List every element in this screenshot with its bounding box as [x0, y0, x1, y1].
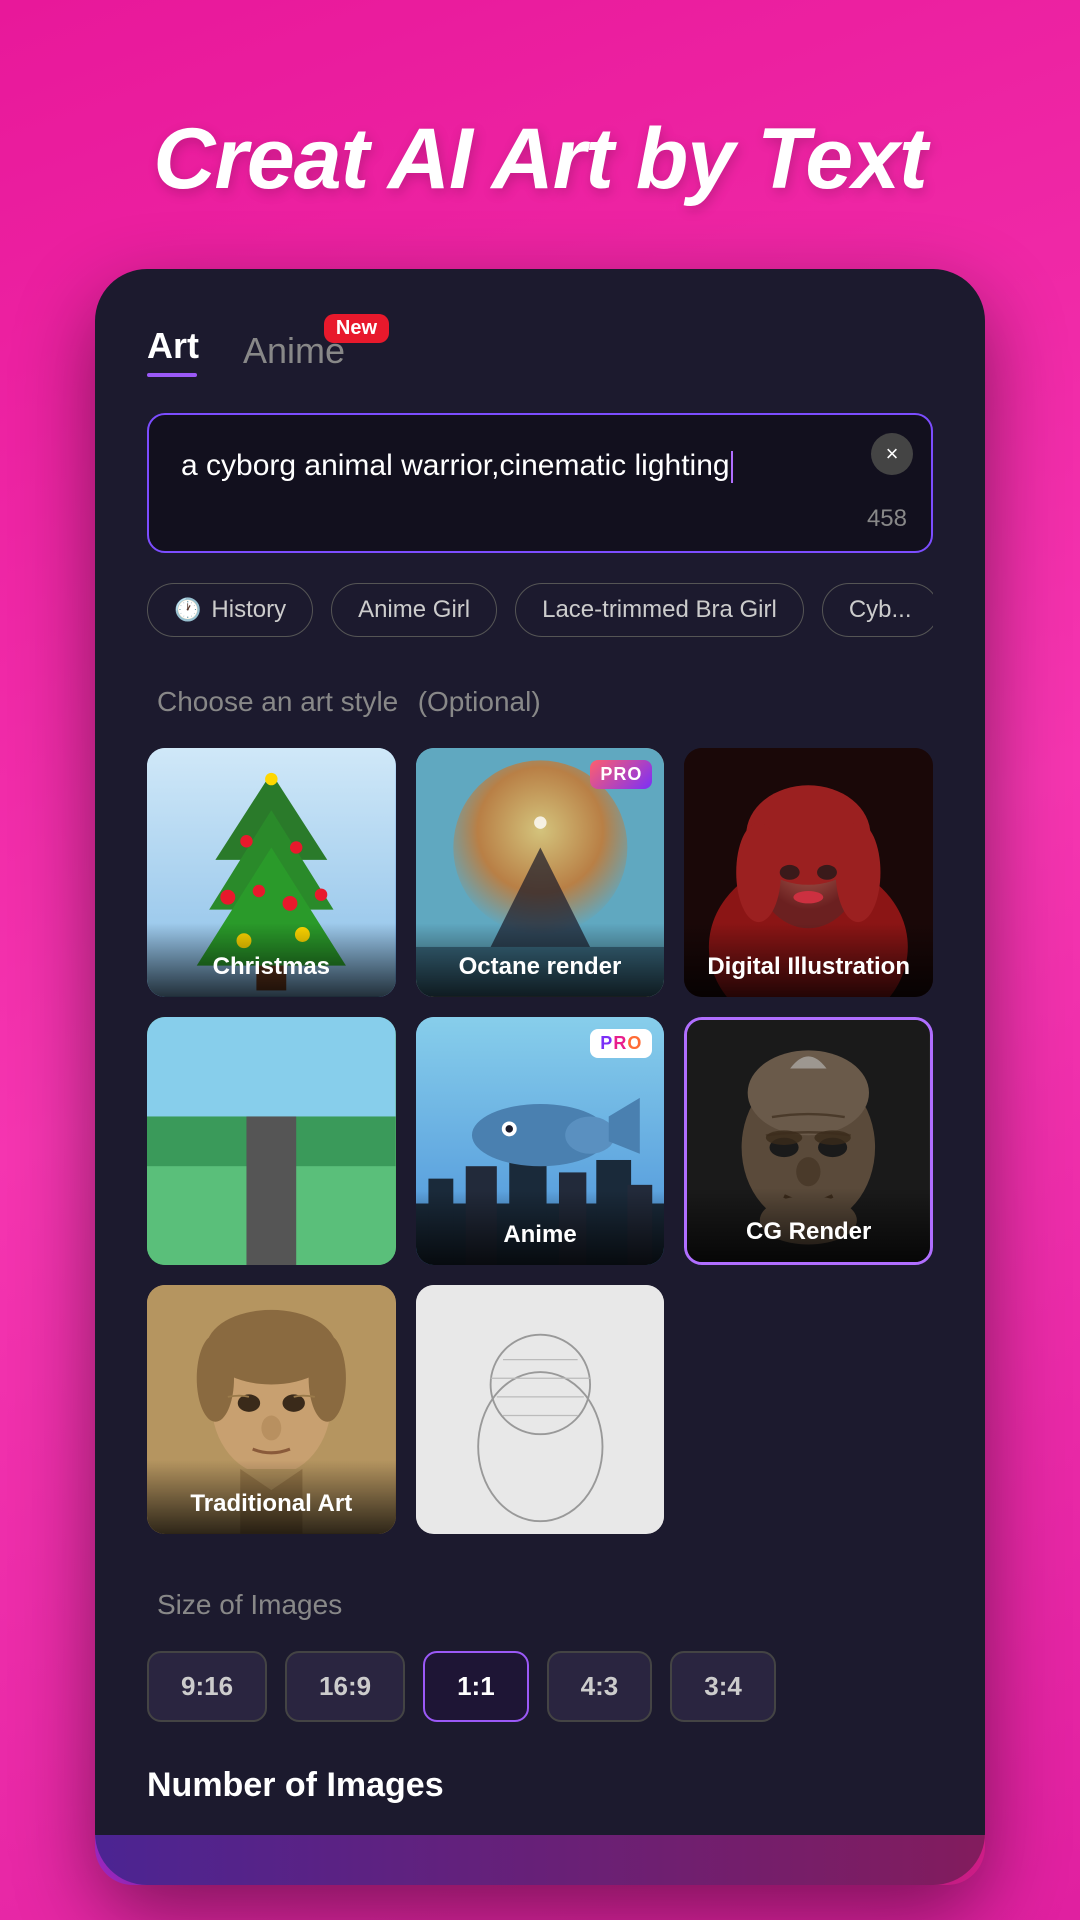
pro-badge-octane: PRO [590, 760, 652, 789]
extra2-svg [416, 1285, 665, 1534]
art-style-christmas[interactable]: Christmas [147, 748, 396, 997]
art-style-digital[interactable]: Digital Illustration [684, 748, 933, 997]
art-style-cg[interactable]: CG Render [684, 1017, 933, 1266]
chip-anime-girl[interactable]: Anime Girl [331, 583, 497, 637]
text-cursor [731, 451, 733, 483]
chip-lace-bra-girl[interactable]: Lace-trimmed Bra Girl [515, 583, 804, 637]
chip-cyb[interactable]: Cyb... [822, 583, 933, 637]
tab-bar: Art Anime New [147, 325, 933, 377]
suggestion-chips: 🕐 History Anime Girl Lace-trimmed Bra Gi… [147, 583, 933, 637]
size-4-3[interactable]: 4:3 [547, 1651, 653, 1722]
art-digital-label: Digital Illustration [684, 923, 933, 997]
size-of-images-section: Size of Images 9:16 16:9 1:1 4:3 3:4 [147, 1584, 933, 1722]
art-style-grid: Christmas PRO Oc [147, 748, 933, 1534]
art-style-traditional[interactable]: Traditional Art [147, 1285, 396, 1534]
art-style-octane[interactable]: PRO Octane render [416, 748, 665, 997]
art-traditional-label: Traditional Art [147, 1460, 396, 1534]
phone-card: Art Anime New a cyborg animal warrior,ci… [95, 269, 985, 1885]
history-icon: 🕐 [174, 597, 201, 623]
bottom-bar [95, 1835, 985, 1885]
hero-title: Creat AI Art by Text [93, 110, 986, 209]
prompt-input-wrapper[interactable]: a cyborg animal warrior,cinematic lighti… [147, 413, 933, 553]
pro-badge-anime: PRO [590, 1029, 652, 1058]
art-anime-label: Anime [416, 1191, 665, 1265]
size-section-title: Size of Images [147, 1584, 933, 1623]
art-style-section-title: Choose an art style (Optional) [147, 681, 933, 720]
size-options: 9:16 16:9 1:1 4:3 3:4 [147, 1651, 933, 1722]
art-octane-label: Octane render [416, 923, 665, 997]
chip-history[interactable]: 🕐 History [147, 583, 313, 637]
size-16-9[interactable]: 16:9 [285, 1651, 405, 1722]
size-3-4[interactable]: 3:4 [670, 1651, 776, 1722]
size-9-16[interactable]: 9:16 [147, 1651, 267, 1722]
tab-anime[interactable]: Anime New [243, 330, 345, 372]
char-count: 458 [867, 505, 907, 533]
art-cg-label: CG Render [687, 1188, 930, 1262]
art-style-anime[interactable]: PRO Anime [416, 1017, 665, 1266]
new-badge: New [324, 314, 389, 343]
num-images-title: Number of Images [147, 1766, 933, 1805]
art-style-extra2[interactable] [416, 1285, 665, 1534]
prompt-text[interactable]: a cyborg animal warrior,cinematic lighti… [181, 443, 903, 523]
size-1-1[interactable]: 1:1 [423, 1651, 529, 1722]
extra1-svg [147, 1017, 396, 1266]
tab-art[interactable]: Art [147, 325, 199, 377]
clear-button[interactable]: × [871, 433, 913, 475]
art-christmas-label: Christmas [147, 923, 396, 997]
art-style-extra1[interactable] [147, 1017, 396, 1266]
